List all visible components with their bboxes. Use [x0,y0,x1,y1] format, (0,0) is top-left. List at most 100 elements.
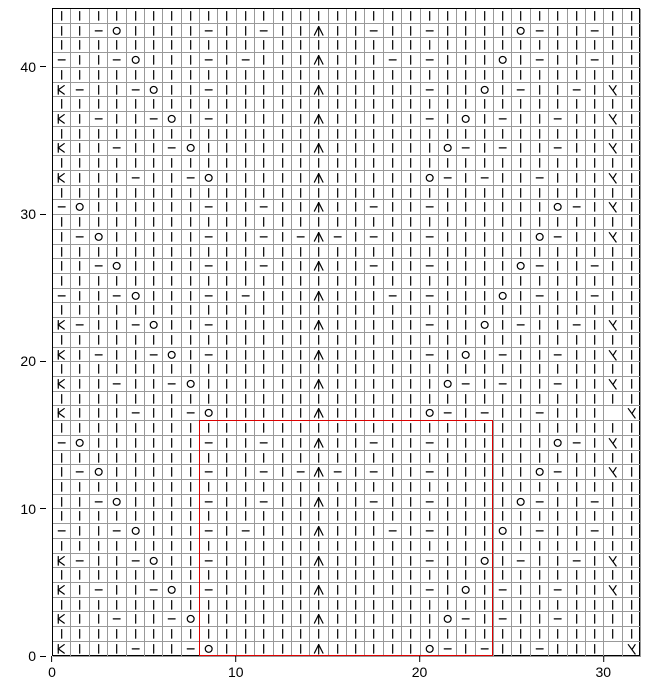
stitch-cell [108,171,126,186]
stitch-cell [310,245,328,260]
stitch-cell [402,539,420,554]
stitch-cell [365,583,383,598]
stitch-cell [292,68,310,83]
stitch-cell [421,598,439,613]
stitch-cell [549,289,567,304]
stitch-cell [457,215,475,230]
stitch-cell [402,215,420,230]
stitch-cell [439,333,457,348]
x-tick: 30 [595,656,611,680]
stitch-cell [476,568,494,583]
stitch-cell [402,377,420,392]
stitch-cell [494,215,512,230]
stitch-cell [108,554,126,569]
stitch-cell [237,318,255,333]
stitch-cell [255,568,273,583]
stitch-cell [53,333,71,348]
stitch-cell [255,509,273,524]
stitch-cell [237,451,255,466]
stitch-cell [108,406,126,421]
stitch-cell [421,495,439,510]
stitch-cell [439,303,457,318]
stitch-cell [237,377,255,392]
stitch-cell [237,141,255,156]
stitch-cell [623,83,641,98]
stitch-cell [182,377,200,392]
stitch-cell [421,583,439,598]
stitch-cell [71,392,89,407]
stitch-cell [255,612,273,627]
stitch-cell [402,436,420,451]
stitch-cell [568,200,586,215]
stitch-cell [329,141,347,156]
stitch-cell [604,524,622,539]
stitch-cell [329,97,347,112]
stitch-cell [439,274,457,289]
stitch-cell [402,24,420,39]
stitch-cell [274,362,292,377]
stitch-cell [421,612,439,627]
stitch-cell [108,112,126,127]
stitch-cell [365,377,383,392]
stitch-cell [531,348,549,363]
stitch-cell [549,200,567,215]
stitch-cell [90,524,108,539]
stitch-cell [494,554,512,569]
stitch-cell [255,377,273,392]
stitch-cell [329,68,347,83]
stitch-cell [623,524,641,539]
stitch-cell [384,289,402,304]
stitch-cell [145,259,163,274]
x-tick-mark [235,656,236,662]
stitch-cell [71,230,89,245]
stitch-cell [439,230,457,245]
stitch-cell [310,583,328,598]
stitch-cell [549,436,567,451]
stitch-cell [365,24,383,39]
stitch-cell [53,112,71,127]
stitch-cell [512,200,530,215]
stitch-cell [384,141,402,156]
stitch-cell [53,612,71,627]
stitch-cell [347,156,365,171]
stitch-cell [90,480,108,495]
stitch-cell [586,259,604,274]
x-tick-label: 20 [412,664,428,680]
stitch-cell [145,568,163,583]
stitch-cell [384,539,402,554]
stitch-cell [457,186,475,201]
stitch-cell [237,112,255,127]
stitch-cell [200,83,218,98]
stitch-cell [494,480,512,495]
stitch-cell [421,362,439,377]
stitch-cell [604,362,622,377]
stitch-cell [512,539,530,554]
stitch-cell [365,421,383,436]
stitch-cell [90,245,108,260]
stitch-cell [71,377,89,392]
stitch-cell [421,127,439,142]
stitch-cell [347,495,365,510]
stitch-cell [71,9,89,24]
stitch-cell [549,141,567,156]
stitch-cell [200,627,218,642]
stitch-cell [163,524,181,539]
stitch-cell [145,215,163,230]
stitch-cell [549,583,567,598]
stitch-cell [218,406,236,421]
stitch-cell [586,627,604,642]
stitch-cell [108,362,126,377]
stitch-cell [292,303,310,318]
stitch-cell [310,112,328,127]
stitch-cell [457,406,475,421]
stitch-cell [531,554,549,569]
stitch-cell [568,451,586,466]
stitch-cell [145,245,163,260]
stitch-cell [476,348,494,363]
stitch-cell [476,303,494,318]
stitch-cell [145,406,163,421]
stitch-cell [457,436,475,451]
stitch-cell [90,642,108,657]
stitch-cell [255,436,273,451]
stitch-cell [476,112,494,127]
